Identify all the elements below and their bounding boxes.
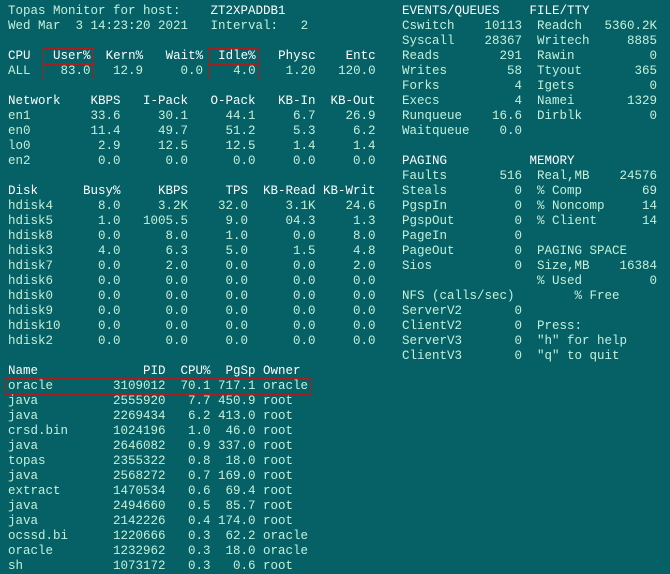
disk-row: hdisk4 8.0 3.2K 32.0 3.1K 24.6: [8, 199, 384, 214]
network-row: lo0 2.9 12.5 12.5 1.4 1.4: [8, 139, 384, 154]
process-row: java 2269434 6.2 413.0 root: [8, 409, 384, 424]
paging-row: ClientV2 0 Press:: [402, 319, 662, 334]
process-row-highlighted: oracle 3109012 70.1 717.1 oracle: [8, 379, 384, 394]
process-row: java 2568272 0.7 169.0 root: [8, 469, 384, 484]
events-row: Runqueue 16.6 Dirblk 0: [402, 109, 662, 124]
paging-row: PgspIn 0 % Noncomp 14: [402, 199, 662, 214]
interval: 2: [301, 19, 309, 33]
paging-row: Steals 0 % Comp 69: [402, 184, 662, 199]
main-panel: Topas Monitor for host: ZT2XPADDB1 Wed M…: [8, 4, 384, 574]
events-label: EVENTS/QUEUES: [402, 4, 500, 18]
process-table: Name PID CPU% PgSp Owner oracle 3109012 …: [8, 364, 384, 574]
paging-row: ServerV2 0: [402, 304, 662, 319]
title: Topas Monitor for host:: [8, 4, 181, 18]
cpu-header: CPU User% Kern% Wait% Idle% Physc Entc: [8, 49, 384, 64]
process-row: java 2646082 0.9 337.0 root: [8, 439, 384, 454]
side-panel: EVENTS/QUEUES FILE/TTY Cswitch 10113 Rea…: [402, 4, 662, 574]
process-row: ocssd.bi 1220666 0.3 62.2 oracle: [8, 529, 384, 544]
process-row: extract 1470534 0.6 69.4 root: [8, 484, 384, 499]
process-header: Name PID CPU% PgSp Owner: [8, 364, 384, 379]
disk-row: hdisk0 0.0 0.0 0.0 0.0 0.0: [8, 289, 384, 304]
paging-row: PageIn 0: [402, 229, 662, 244]
paging-row: ServerV3 0 "h" for help: [402, 334, 662, 349]
date: Wed Mar 3 14:23:20 2021: [8, 19, 188, 33]
events-row: Writes 58 Ttyout 365: [402, 64, 662, 79]
disk-row: hdisk7 0.0 2.0 0.0 0.0 2.0: [8, 259, 384, 274]
disk-row: hdisk2 0.0 0.0 0.0 0.0 0.0: [8, 334, 384, 349]
disk-row: hdisk10 0.0 0.0 0.0 0.0 0.0: [8, 319, 384, 334]
events-row: Cswitch 10113 Readch 5360.2K: [402, 19, 662, 34]
network-row: en2 0.0 0.0 0.0 0.0 0.0: [8, 154, 384, 169]
process-row: java 2555920 7.7 450.9 root: [8, 394, 384, 409]
hostname: ZT2XPADDB1: [211, 4, 286, 18]
disk-header: Disk Busy% KBPS TPS KB-Read KB-Writ: [8, 184, 384, 199]
interval-label: Interval:: [211, 19, 279, 33]
cpu-row: ALL 83.0 12.9 0.0 4.0 1.20 120.0: [8, 64, 384, 79]
process-row: topas 2355322 0.8 18.0 root: [8, 454, 384, 469]
process-row: oracle 1232962 0.3 18.0 oracle: [8, 544, 384, 559]
events-table: Cswitch 10113 Readch 5360.2KSyscall 2836…: [402, 19, 662, 139]
paging-label: PAGING: [402, 154, 447, 168]
disk-row: hdisk8 0.0 8.0 1.0 0.0 8.0: [8, 229, 384, 244]
network-row: en1 33.6 30.1 44.1 6.7 26.9: [8, 109, 384, 124]
disk-table: Disk Busy% KBPS TPS KB-Read KB-Writhdisk…: [8, 184, 384, 349]
events-row: Forks 4 Igets 0: [402, 79, 662, 94]
network-header: Network KBPS I-Pack O-Pack KB-In KB-Out: [8, 94, 384, 109]
paging-row: PageOut 0 PAGING SPACE: [402, 244, 662, 259]
disk-row: hdisk9 0.0 0.0 0.0 0.0 0.0: [8, 304, 384, 319]
process-row: crsd.bin 1024196 1.0 46.0 root: [8, 424, 384, 439]
memory-label: MEMORY: [530, 154, 575, 168]
file-label: FILE/TTY: [530, 4, 590, 18]
events-row: Execs 4 Namei 1329: [402, 94, 662, 109]
events-row: Waitqueue 0.0: [402, 124, 662, 139]
network-row: en0 11.4 49.7 51.2 5.3 6.2: [8, 124, 384, 139]
disk-row: hdisk5 1.0 1005.5 9.0 04.3 1.3: [8, 214, 384, 229]
paging-row: Sios 0 Size,MB 16384: [402, 259, 662, 274]
process-row: java 2494660 0.5 85.7 root: [8, 499, 384, 514]
paging-row: NFS (calls/sec) % Free 100: [402, 289, 662, 304]
process-row: java 2142226 0.4 174.0 root: [8, 514, 384, 529]
events-row: Reads 291 Rawin 0: [402, 49, 662, 64]
network-table: Network KBPS I-Pack O-Pack KB-In KB-Oute…: [8, 94, 384, 169]
paging-row: % Used 0: [402, 274, 662, 289]
paging-row: ClientV3 0 "q" to quit: [402, 349, 662, 364]
disk-row: hdisk6 0.0 0.0 0.0 0.0 0.0: [8, 274, 384, 289]
paging-table: Faults 516 Real,MB 24576Steals 0 % Comp …: [402, 169, 662, 364]
paging-row: PgspOut 0 % Client 14: [402, 214, 662, 229]
events-row: Syscall 28367 Writech 8885: [402, 34, 662, 49]
disk-row: hdisk3 4.0 6.3 5.0 1.5 4.8: [8, 244, 384, 259]
process-row: sh 1073172 0.3 0.6 root: [8, 559, 384, 574]
paging-row: Faults 516 Real,MB 24576: [402, 169, 662, 184]
